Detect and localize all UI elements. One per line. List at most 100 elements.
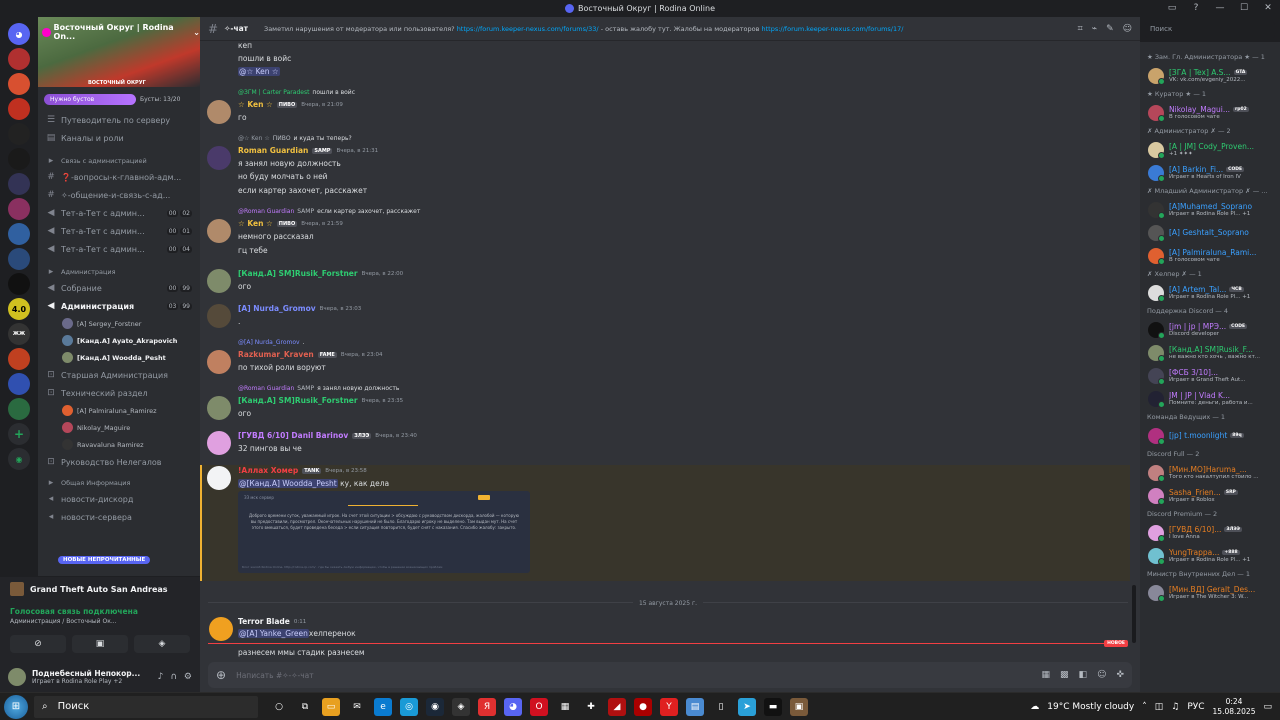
close-button[interactable]: ✕	[1256, 0, 1280, 17]
settings-gear-icon[interactable]: ⚙	[184, 672, 192, 682]
server-icon[interactable]	[8, 398, 30, 420]
member-item[interactable]: [Мин.МО]Haruma_... Того кто накалтупил ст…	[1140, 461, 1280, 484]
tray-chevron-icon[interactable]: ˄	[1142, 702, 1147, 712]
announcement-channel[interactable]: ◂ новости-дискорд	[38, 490, 200, 508]
network-icon[interactable]: ◫	[1155, 702, 1164, 712]
text-channel[interactable]: # ❓-вопросы-к-главной-адм...	[38, 168, 200, 186]
member-item[interactable]: Nikolay_Magui... rp02 В голосовом чате	[1140, 101, 1280, 124]
app-icon[interactable]: ▤	[686, 697, 704, 716]
reply-preview[interactable]: @☆ Ken ☆ ПИВО и куда ты теперь?	[238, 135, 352, 142]
mention[interactable]: @☆ Ken ☆	[238, 67, 280, 76]
maximize-button[interactable]: ☐	[1232, 0, 1256, 17]
mic-icon[interactable]: ♪	[158, 672, 164, 682]
topic-link[interactable]: https://forum.keeper-nexus.com/forums/17…	[762, 25, 904, 33]
avatar[interactable]	[209, 617, 233, 641]
member-item[interactable]: [A] Geshtalt_Soprano	[1140, 221, 1280, 244]
camera-off-icon[interactable]: ⊘	[10, 635, 66, 653]
voice-channel[interactable]: ◀ Тет-а-Тет с админ... 00 01	[38, 222, 200, 240]
app-icon[interactable]: ▯	[712, 698, 730, 716]
app-icon[interactable]: ◢	[608, 697, 626, 716]
avatar[interactable]	[207, 304, 231, 328]
avatar[interactable]	[207, 219, 231, 243]
game-activity[interactable]: Grand Theft Auto San Andreas	[0, 577, 200, 601]
voice-channel[interactable]: ◀ Тет-а-Тет с админ... 00 04	[38, 240, 200, 258]
voice-channel-active[interactable]: ◀ Администрация 03 99	[38, 297, 200, 315]
weather-text[interactable]: 19°C Mostly cloudy	[1047, 702, 1134, 712]
members-icon[interactable]: ☺	[1123, 24, 1132, 34]
reply-preview[interactable]: @[A] Nurda_Gromov.	[238, 339, 304, 346]
taskbar-search[interactable]: ⌕ Поиск	[34, 695, 258, 718]
mention[interactable]: @[Канд.A] Woodda_Pesht	[238, 479, 338, 488]
edge-icon[interactable]: e	[374, 697, 392, 716]
locked-channel[interactable]: ⊡ Старшая Администрация	[38, 366, 200, 384]
voice-user[interactable]: Ravavaluna Ramirez	[38, 436, 200, 453]
explore-icon[interactable]: ◉	[8, 448, 30, 470]
server-icon[interactable]	[8, 173, 30, 195]
author-name[interactable]: Terror Blade	[238, 617, 290, 626]
server-icon[interactable]	[8, 273, 30, 295]
notification-icon[interactable]: ⌁	[1092, 24, 1097, 34]
yandex-icon[interactable]: Я	[478, 697, 496, 716]
search-input[interactable]: Поиск	[1145, 22, 1275, 38]
voice-status[interactable]: Голосовая связь подключена	[10, 607, 190, 616]
opera-icon[interactable]: O	[530, 697, 548, 716]
author-name[interactable]: Razkumar_Kraven	[238, 350, 314, 359]
server-banner[interactable]: Восточный Округ | Rodina On... ⌄ ВОСТОЧНЫ…	[38, 17, 200, 87]
server-icon[interactable]	[8, 248, 30, 270]
clock[interactable]: 0:24 15.08.2025	[1213, 697, 1256, 717]
gif-icon[interactable]: ▩	[1060, 670, 1069, 680]
image-attachment[interactable]: ЗЗ мск сервер Доброго времени суток, ува…	[238, 491, 530, 573]
avatar[interactable]	[207, 466, 231, 490]
locked-channel[interactable]: ⊡ Руководство Нелегалов	[38, 453, 200, 471]
home-icon[interactable]: ◕	[8, 23, 30, 45]
locked-channel[interactable]: ⊡ Технический раздел	[38, 384, 200, 402]
boost-bar[interactable]: Нужно бустов Бусты: 13/20	[38, 87, 200, 111]
member-item[interactable]: JM | JP | Vlad K... Помните: деньги, рабо…	[1140, 387, 1280, 410]
server-icon[interactable]	[8, 123, 30, 145]
screen-share-icon[interactable]: ▣	[72, 635, 128, 653]
author-name[interactable]: Roman Guardian	[238, 146, 308, 155]
explorer-icon[interactable]: ▭	[322, 697, 340, 716]
mention[interactable]: @[A] Yanke_Green	[238, 629, 309, 638]
author-name[interactable]: [A] Nurda_Gromov	[238, 304, 316, 313]
discord-taskbar-icon[interactable]: ◕	[504, 697, 522, 716]
author-name[interactable]: [Канд.A] SM]Rusik_Forstner	[238, 396, 358, 405]
member-item[interactable]: [A] Artem_Tal... ЧСВ Играет в Rodina Role …	[1140, 281, 1280, 304]
category-header[interactable]: ▸ Администрация	[38, 264, 200, 279]
member-item[interactable]: [A]Muhamed_Soprano Играет в Rodina Role P…	[1140, 198, 1280, 221]
threads-icon[interactable]: ⌗	[1078, 24, 1083, 34]
server-icon[interactable]	[8, 98, 30, 120]
category-header[interactable]: ▸ Связь с администрацией	[38, 153, 200, 168]
member-item[interactable]: [Мин.ВД] Geralt_Des... Играет в The Witch…	[1140, 581, 1280, 604]
avatar[interactable]	[207, 100, 231, 124]
member-item[interactable]: [jm | jp | МРЭ... CODE Discord developer	[1140, 318, 1280, 341]
headphones-icon[interactable]: ∩	[170, 672, 177, 682]
member-item[interactable]: [A] Palmiraluna_Rami... В голосовом чате	[1140, 244, 1280, 267]
notifications-icon[interactable]: ▭	[1263, 702, 1272, 712]
app-icon[interactable]: ◈	[452, 697, 470, 716]
voice-user[interactable]: [Канд.A] Woodda_Pesht	[38, 349, 200, 366]
activity-icon[interactable]: ◈	[134, 635, 190, 653]
member-item[interactable]: [ЗГА | Tex] A.S... GTA VK: vk.com/evgeniy_…	[1140, 64, 1280, 87]
reply-preview[interactable]: @ЗГМ | Carter Paradest пошли в войс	[238, 89, 355, 96]
avatar[interactable]	[207, 146, 231, 170]
app-icon[interactable]: ●	[634, 697, 652, 716]
server-icon[interactable]	[8, 148, 30, 170]
server-icon[interactable]	[8, 348, 30, 370]
pin-icon[interactable]: ✎	[1106, 24, 1114, 34]
server-icon[interactable]: 4.0	[8, 298, 30, 320]
voice-user[interactable]: [A] Sergey_Forstner	[38, 315, 200, 332]
member-item[interactable]: YungTrappa... +888 Играет в Rodina Role Pl…	[1140, 544, 1280, 567]
start-icon[interactable]: ⊞	[4, 694, 28, 719]
voice-channel[interactable]: ◀ Собрание 00 99	[38, 279, 200, 297]
terminal-icon[interactable]: ▬	[764, 697, 782, 716]
new-unread-button[interactable]: НОВЫЕ НЕПРОЧИТАННЫЕ	[58, 556, 151, 564]
gift-icon[interactable]: ▦	[1042, 670, 1051, 680]
voice-user[interactable]: [Канд.A] Ayato_Akrapovich	[38, 332, 200, 349]
steam-icon[interactable]: ◉	[426, 697, 444, 716]
channels-roles[interactable]: ▤ Каналы и роли	[38, 129, 200, 147]
server-icon[interactable]: ЖЖ	[8, 323, 30, 345]
member-item[interactable]: [ФСБ 3/10]... Играет в Grand Theft Aut...	[1140, 364, 1280, 387]
announcement-channel[interactable]: ◂ новости-сервера	[38, 508, 200, 526]
sticker-icon[interactable]: ◧	[1079, 670, 1088, 680]
